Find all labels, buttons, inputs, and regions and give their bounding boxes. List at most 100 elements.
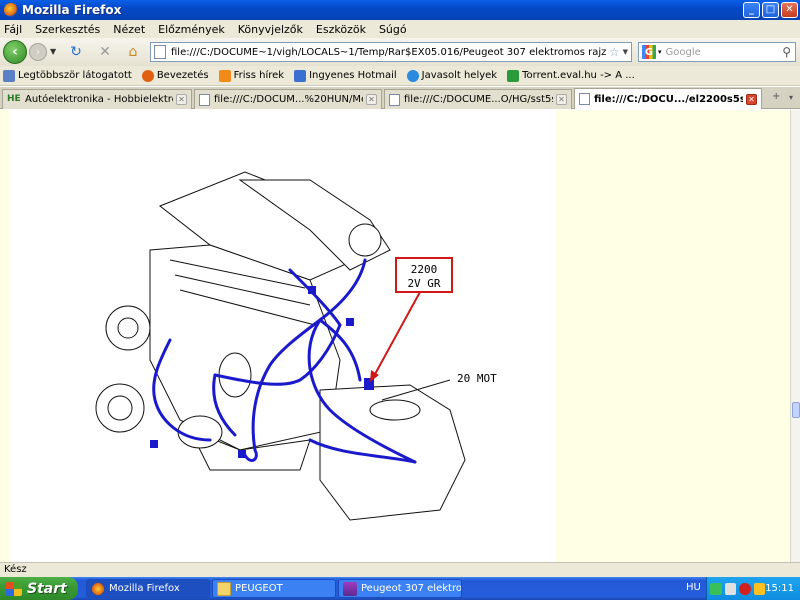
antivirus-icon[interactable] [739,582,751,595]
maximize-button[interactable]: □ [762,2,779,18]
back-button[interactable]: ‹ [3,40,27,64]
tab-close-icon[interactable]: ✕ [366,94,377,105]
window-title-bar[interactable]: Mozilla Firefox _ □ ✕ [0,0,800,20]
crank-pulley [177,415,223,449]
tab-close-icon[interactable]: ✕ [176,94,187,105]
tab-close-icon[interactable]: ✕ [556,94,567,105]
taskbar: Start Mozilla Firefox PEUGEOT Peugeot 30… [0,577,800,600]
menu-history[interactable]: Előzmények [158,23,225,36]
task-label: PEUGEOT [235,583,283,594]
language-indicator[interactable]: HU [686,582,701,593]
bookmark-torrent[interactable]: Torrent.eval.hu -> A ... [507,69,635,82]
tab-menu[interactable]: file:///C:/DOCUM...%20HUN/Menu.htm ✕ [194,89,382,109]
search-input[interactable]: Google [666,47,783,58]
callout-arrowhead [370,370,379,382]
taskbar-item-peugeot-archive[interactable]: Peugeot 307 elektro... [338,579,462,598]
throttle-body [348,223,382,257]
start-button[interactable]: Start [0,577,78,600]
bookmark-star-icon[interactable]: ☆ [609,45,620,59]
firefox-icon [91,581,105,596]
taskbar-item-firefox[interactable]: Mozilla Firefox [86,579,210,598]
tab-favicon-icon [579,93,590,105]
menu-edit[interactable]: Szerkesztés [35,23,100,36]
page-icon [3,69,15,82]
minimize-button[interactable]: _ [743,2,760,18]
search-box[interactable]: G ▾ Google ⚲ [638,42,796,62]
menu-tools[interactable]: Eszközök [316,23,366,36]
tab-list-icon[interactable]: ▾ [789,93,793,102]
connector-label: 20 MOT [457,372,497,385]
tab-label: Autóelektronika - Hobbielektronika.hu :: [25,94,173,105]
vertical-scrollbar[interactable] [790,110,800,562]
window-title: Mozilla Firefox [22,3,122,17]
callout-label-2: 2V GR [407,277,440,290]
check-icon [507,69,520,82]
window-controls: _ □ ✕ [743,2,798,18]
bookmark-getting-started[interactable]: Bevezetés [141,69,209,82]
rss-icon [218,69,231,82]
google-engine-icon[interactable]: G [642,45,656,59]
tab-label: file:///C:/DOCUME...O/HG/sst5s2.htm [404,94,553,105]
menu-bookmarks[interactable]: Könyvjelzők [238,23,303,36]
new-tab-icon[interactable]: + [772,91,780,102]
stop-icon[interactable]: ✕ [97,44,113,60]
start-label: Start [27,580,67,597]
callout-label-1: 2200 [411,263,438,276]
url-text[interactable]: file:///C:/DOCUME~1/vigh/LOCALS~1/Temp/R… [171,47,606,58]
clock[interactable]: 15:11 [765,583,794,594]
status-text: Kész [4,564,27,575]
url-dropdown-icon[interactable]: ▼ [623,48,628,56]
tab-favicon-icon [389,93,400,106]
windows-logo-icon [6,581,22,596]
page-margin [0,110,10,562]
tab-favicon-icon [199,93,210,106]
reload-icon[interactable]: ↻ [68,44,84,60]
callout-arrow [373,291,421,377]
close-button[interactable]: ✕ [781,2,798,18]
tab-hobbielektronika[interactable]: HE Autóelektronika - Hobbielektronika.hu… [2,89,192,109]
forward-button[interactable]: › [29,43,47,61]
ie-icon [406,69,419,82]
history-dropdown-icon[interactable]: ▼ [50,47,56,56]
msn-icon [294,69,307,82]
scrollbar-thumb[interactable] [792,402,800,418]
security-icon[interactable] [753,582,766,595]
volume-icon[interactable] [724,582,737,595]
bookmark-latest-news[interactable]: Friss hírek [218,69,284,82]
status-bar: Kész [0,562,800,577]
network-icon[interactable] [710,582,722,595]
back-icon: ‹ [12,44,18,60]
bookmarks-toolbar: Legtöbbször látogatott Bevezetés Friss h… [0,66,800,86]
page-favicon-icon [154,45,166,59]
task-label: Mozilla Firefox [109,583,180,594]
archive-icon [343,581,357,596]
task-label: Peugeot 307 elektro... [361,583,462,594]
bookmark-most-visited[interactable]: Legtöbbször látogatott [3,69,132,82]
navigation-toolbar: ‹ › ▼ ↻ ✕ ⌂ file:///C:/DOCUME~1/vigh/LOC… [0,38,800,66]
search-icon[interactable]: ⚲ [782,45,791,59]
oil-filter [218,352,252,398]
page-content: 2200 2V GR 20 MOT [0,110,790,562]
tab-el2200s5s2[interactable]: file:///C:/DOCU.../el2200s5s2.htm ✕ [574,88,762,109]
tab-favicon-icon: HE [7,93,21,104]
home-icon[interactable]: ⌂ [125,44,141,60]
bookmark-suggested-sites[interactable]: Javasolt helyek [406,69,497,82]
firefox-icon [141,69,154,82]
taskbar-item-peugeot-folder[interactable]: PEUGEOT [212,579,336,598]
tab-sst5s2[interactable]: file:///C:/DOCUME...O/HG/sst5s2.htm ✕ [384,89,572,109]
search-engine-dropdown-icon[interactable]: ▾ [658,48,662,56]
menu-bar: Fájl Szerkesztés Nézet Előzmények Könyvj… [0,20,800,38]
gearbox-housing [369,399,421,421]
menu-file[interactable]: Fájl [4,23,22,36]
tab-close-icon[interactable]: ✕ [746,93,757,105]
folder-icon [217,581,231,596]
menu-help[interactable]: Súgó [379,23,407,36]
engine-wiring-diagram: 2200 2V GR 20 MOT [95,171,497,521]
tab-bar: HE Autóelektronika - Hobbielektronika.hu… [0,87,800,109]
bookmark-hotmail[interactable]: Ingyenes Hotmail [294,69,397,82]
system-tray: 15:11 [706,577,800,600]
url-bar[interactable]: file:///C:/DOCUME~1/vigh/LOCALS~1/Temp/R… [150,42,632,62]
tab-label: file:///C:/DOCU.../el2200s5s2.htm [594,93,743,105]
tab-label: file:///C:/DOCUM...%20HUN/Menu.htm [214,94,363,105]
menu-view[interactable]: Nézet [113,23,145,36]
